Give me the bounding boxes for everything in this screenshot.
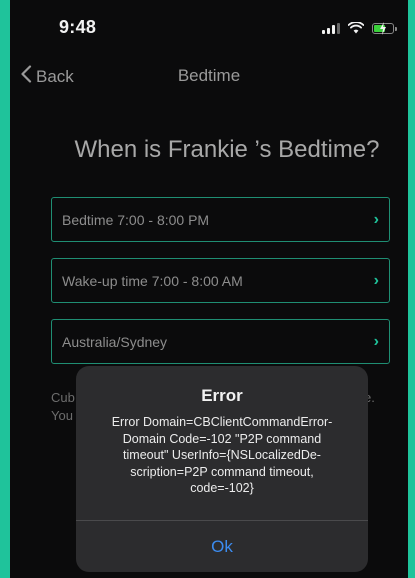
error-alert: Error Error Domain=CBClientCommandError-… <box>76 366 368 572</box>
timezone-label: Australia/Sydney <box>62 333 168 350</box>
status-bar: 9:48 <box>10 0 408 52</box>
chevron-right-icon: › <box>373 210 379 228</box>
page-title: When is Frankie ’s Bedtime? <box>74 136 380 163</box>
alert-title: Error <box>201 386 243 405</box>
bedtime-field[interactable]: Bedtime 7:00 - 8:00 PM › <box>51 197 390 242</box>
status-icons <box>322 21 397 35</box>
nav-title: Bedtime <box>177 66 241 85</box>
battery-icon <box>372 21 397 35</box>
ok-button[interactable]: Ok <box>76 521 368 572</box>
bedtime-label: Bedtime 7:00 - 8:00 PM <box>62 211 210 228</box>
chevron-right-icon: › <box>373 271 379 289</box>
alert-message-line: timeout" UserInfo={NSLocalizedDe- <box>123 448 321 462</box>
alert-message-line: Error Domain=CBClientCommandError- <box>111 415 333 429</box>
alert-message-line: code=-102} <box>190 481 254 495</box>
timezone-field[interactable]: Australia/Sydney › <box>51 319 390 364</box>
alert-message-line: scription=P2P command timeout, <box>130 464 314 479</box>
wifi-icon <box>348 22 364 34</box>
background-text-left: Cub You <box>51 390 75 423</box>
wakeup-field[interactable]: Wake-up time 7:00 - 8:00 AM › <box>51 258 390 303</box>
phone-screen: 9:48 Back Bedtime When is Frankie ’s Bed… <box>10 0 408 578</box>
wakeup-label: Wake-up time 7:00 - 8:00 AM <box>62 272 243 289</box>
alert-message-line: Domain Code=-102 "P2P command <box>122 431 322 446</box>
status-time: 9:48 <box>59 17 97 37</box>
nav-bar: Back Bedtime <box>10 56 408 96</box>
chevron-right-icon: › <box>373 332 379 350</box>
signal-icon <box>322 22 340 34</box>
alert-message: Error Domain=CBClientCommandError- Domai… <box>90 414 354 497</box>
